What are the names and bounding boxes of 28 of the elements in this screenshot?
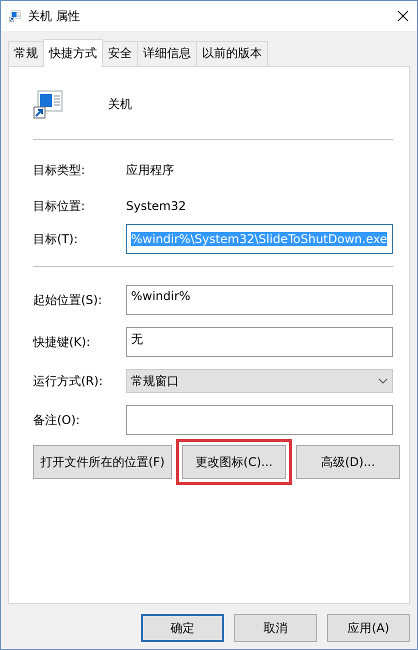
shortcut-icon <box>33 89 63 119</box>
input-field[interactable]: 无 <box>126 327 393 357</box>
field-label: 运行方式(R): <box>33 372 104 390</box>
action-button[interactable]: 打开文件所在的位置(F) <box>33 445 172 479</box>
dialog-button[interactable]: 确定 <box>141 614 224 642</box>
run-dropdown[interactable]: 常规窗口 <box>126 369 393 393</box>
field-label: 快捷键(K): <box>33 334 92 350</box>
tab[interactable]: 快捷方式 <box>43 39 103 67</box>
field-label: 目标类型: <box>33 162 86 178</box>
caret-icon <box>378 378 388 384</box>
shortcut-icon <box>9 10 21 22</box>
field-label: 备注(O): <box>33 412 81 428</box>
tab[interactable]: 常规 <box>8 41 44 66</box>
input-field[interactable]: %windir% <box>126 285 393 315</box>
field-value: 应用程序 <box>126 162 174 178</box>
input-field[interactable] <box>126 405 393 435</box>
action-button[interactable]: 高级(D)... <box>296 445 400 479</box>
shortcut-name: 关机 <box>108 96 132 112</box>
field-label: 目标(T): <box>33 230 79 248</box>
field-label: 目标位置: <box>33 198 86 214</box>
window-title: 关机 属性 <box>28 8 81 24</box>
tab[interactable]: 以前的版本 <box>196 41 268 66</box>
dialog-button[interactable]: 取消 <box>234 614 317 642</box>
dialog-button[interactable]: 应用(A) <box>327 614 410 642</box>
field-label: 起始位置(S): <box>33 292 104 308</box>
action-button[interactable]: 更改图标(C)... <box>182 445 286 479</box>
close-icon[interactable] <box>397 10 409 22</box>
field-value: System32 <box>126 199 186 213</box>
